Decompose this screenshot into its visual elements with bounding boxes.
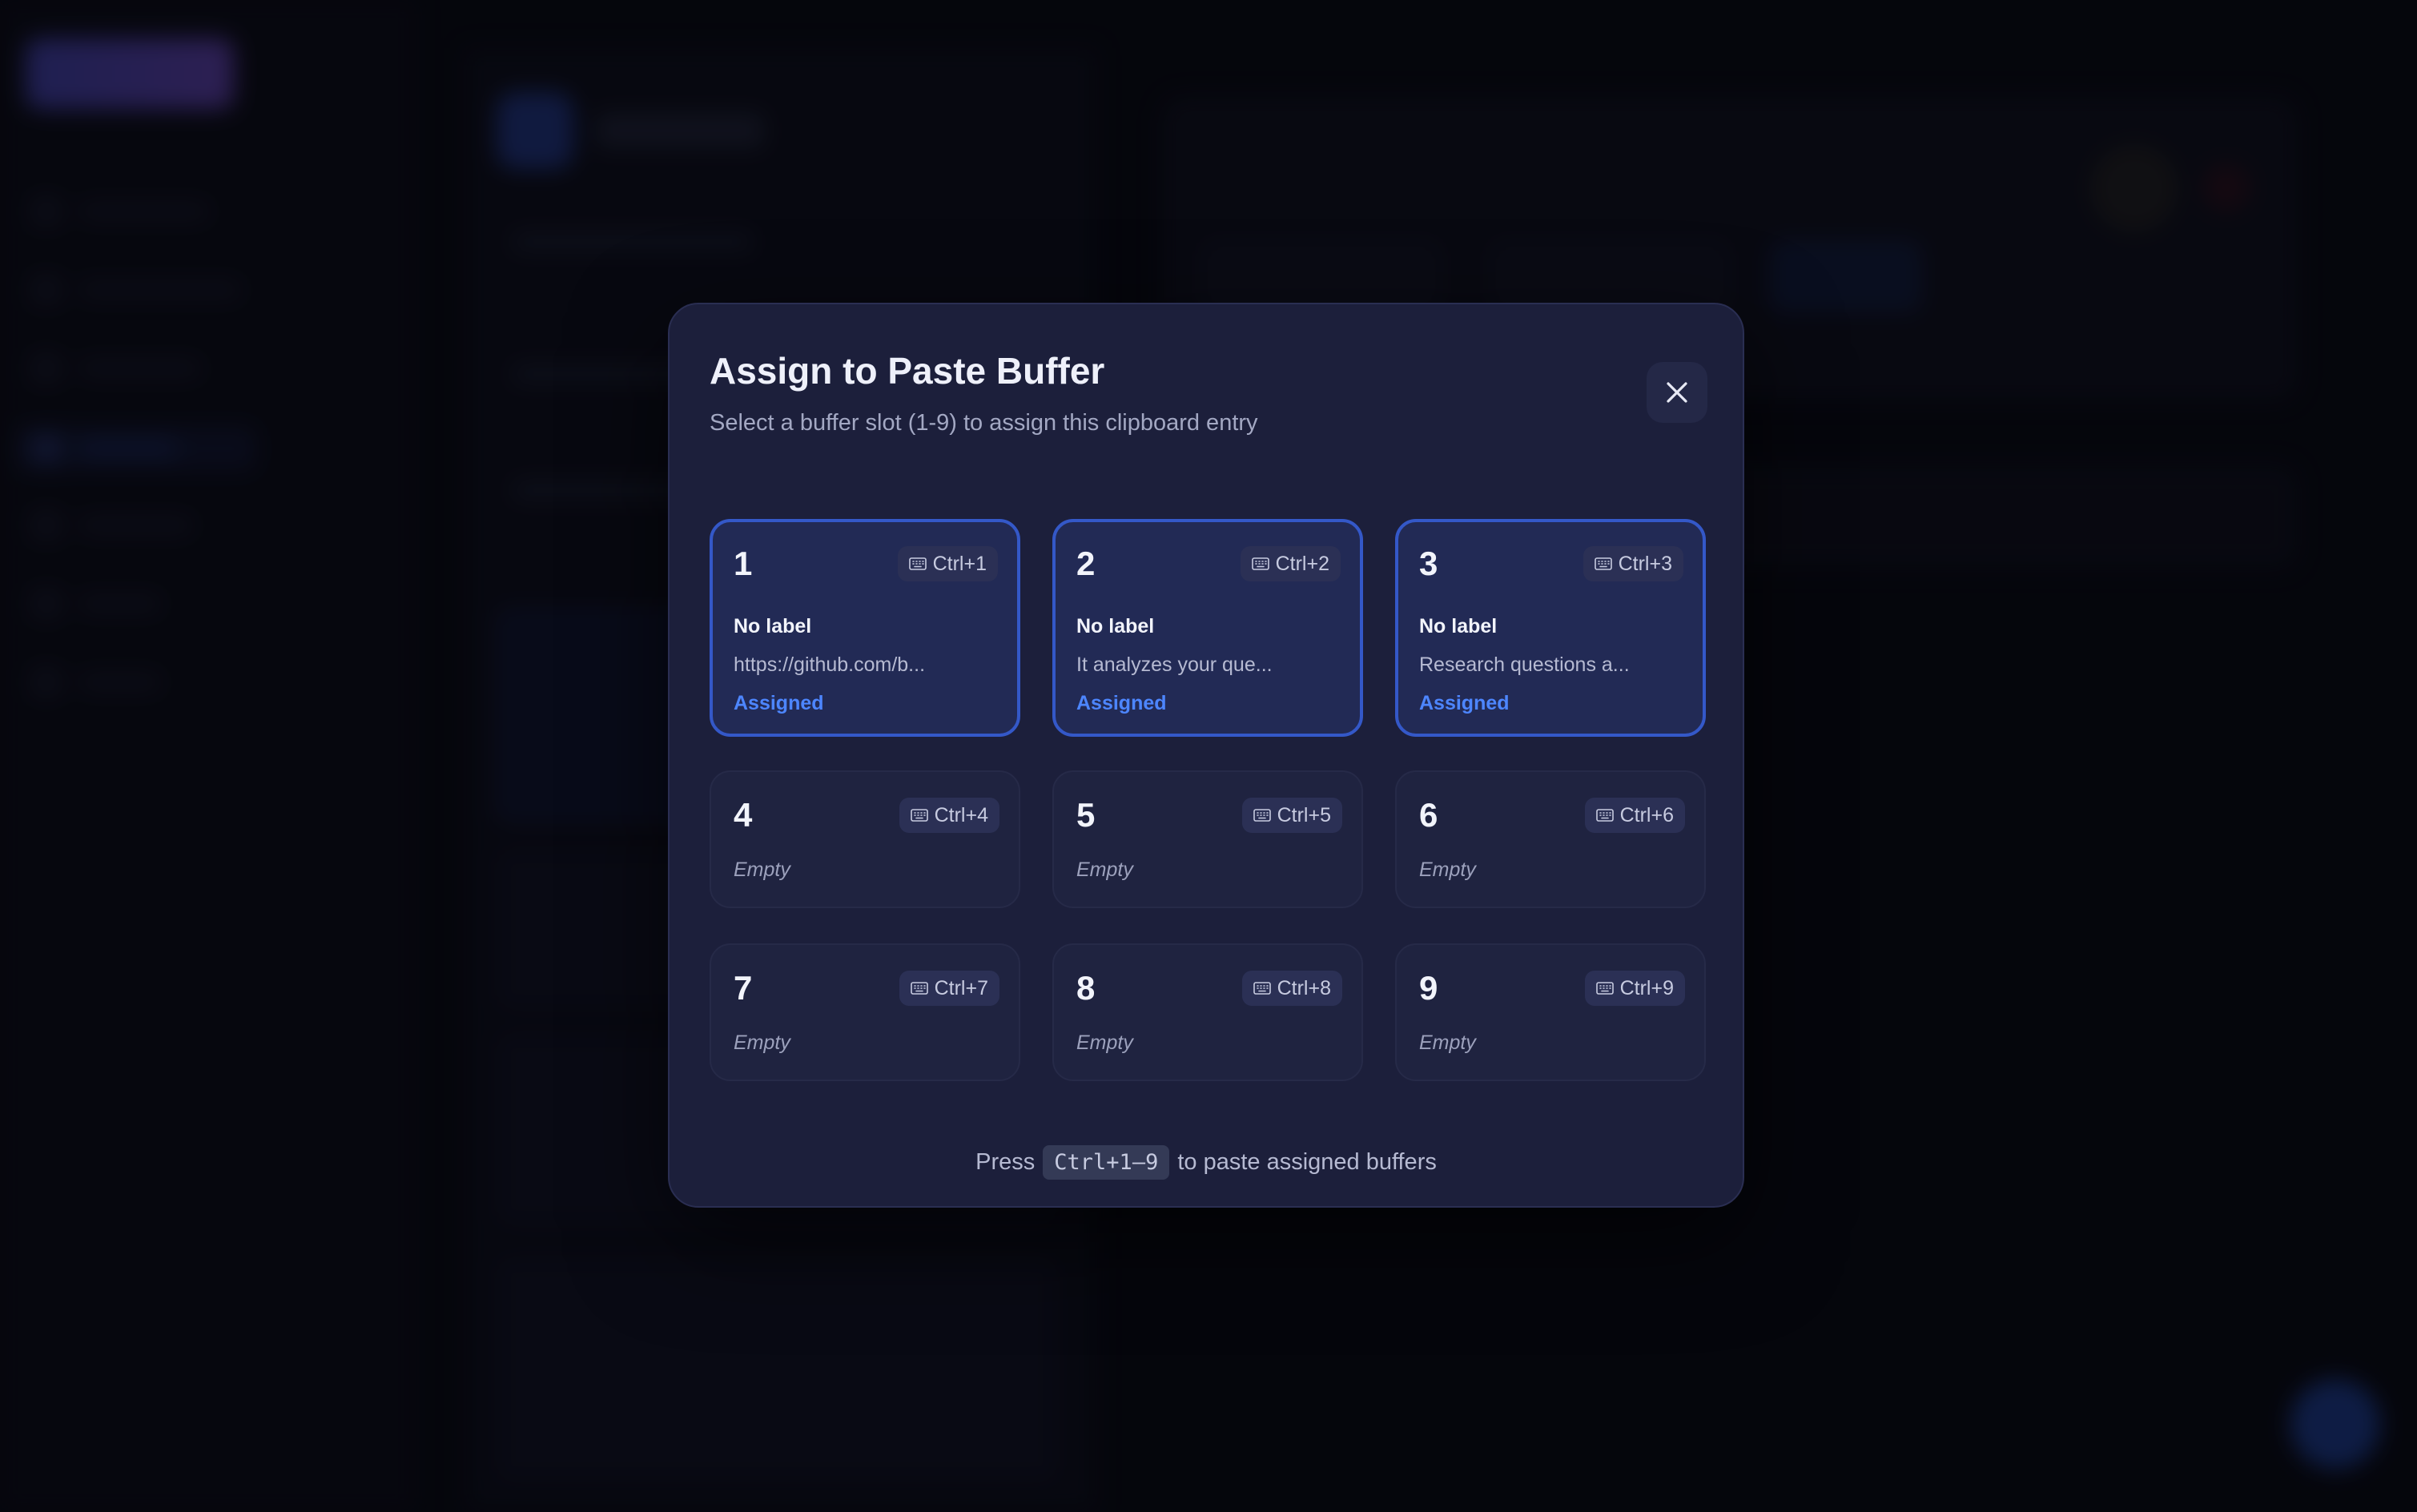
slot-number: 4: [734, 796, 753, 834]
slot-number: 2: [1076, 545, 1096, 582]
slot-empty-text: Empty: [734, 1031, 790, 1054]
shortcut-badge: Ctrl+5: [1241, 798, 1342, 833]
keyboard-icon: [1251, 557, 1269, 570]
shortcut-label: Ctrl+8: [1277, 976, 1331, 999]
shortcut-badge: Ctrl+6: [1584, 798, 1685, 833]
keyboard-icon: [1594, 557, 1612, 570]
shortcut-badge: Ctrl+4: [899, 798, 999, 833]
buffer-slot-6[interactable]: 6 Ctrl+6 Empty: [1395, 770, 1706, 908]
slot-empty-text: Empty: [1076, 859, 1133, 881]
keyboard-icon: [1595, 809, 1614, 822]
shortcut-label: Ctrl+7: [934, 976, 988, 999]
slot-empty-text: Empty: [734, 859, 790, 881]
footer-hint: Press Ctrl+1–9 to paste assigned buffers: [670, 1145, 1743, 1180]
keyboard-icon: [1595, 982, 1614, 995]
modal-subtitle: Select a buffer slot (1-9) to assign thi…: [710, 410, 1258, 436]
slot-empty-text: Empty: [1419, 1031, 1476, 1054]
slot-label: No label: [1076, 615, 1155, 637]
slot-number: 6: [1419, 796, 1438, 834]
buffer-slot-5[interactable]: 5 Ctrl+5 Empty: [1052, 770, 1363, 908]
slot-status: Assigned: [1419, 692, 1510, 714]
slot-number: 9: [1419, 969, 1438, 1007]
keyboard-icon: [910, 809, 928, 822]
slot-preview: It analyzes your que...: [1076, 653, 1273, 676]
footer-shortcut: Ctrl+1–9: [1043, 1145, 1170, 1180]
buffer-slot-1[interactable]: 1 Ctrl+1 No label https://github.com/b..…: [710, 519, 1020, 737]
shortcut-label: Ctrl+2: [1275, 552, 1329, 575]
shortcut-label: Ctrl+9: [1619, 976, 1674, 999]
slot-number: 1: [734, 545, 753, 582]
shortcut-label: Ctrl+4: [934, 803, 988, 826]
shortcut-label: Ctrl+6: [1619, 803, 1674, 826]
slot-preview: https://github.com/b...: [734, 653, 926, 676]
slot-label: No label: [1419, 615, 1498, 637]
slot-status: Assigned: [1076, 692, 1167, 714]
assign-buffer-modal: Assign to Paste Buffer Select a buffer s…: [668, 303, 1744, 1208]
buffer-slot-8[interactable]: 8 Ctrl+8 Empty: [1052, 943, 1363, 1081]
keyboard-icon: [1253, 809, 1271, 822]
buffer-slot-9[interactable]: 9 Ctrl+9 Empty: [1395, 943, 1706, 1081]
shortcut-badge: Ctrl+3: [1583, 546, 1683, 581]
shortcut-badge: Ctrl+9: [1584, 971, 1685, 1006]
buffer-slot-4[interactable]: 4 Ctrl+4 Empty: [710, 770, 1020, 908]
slot-number: 3: [1419, 545, 1438, 582]
close-icon: [1667, 382, 1687, 403]
slot-empty-text: Empty: [1419, 859, 1476, 881]
slot-number: 5: [1076, 796, 1096, 834]
close-button[interactable]: [1647, 362, 1707, 423]
shortcut-badge: Ctrl+1: [897, 546, 998, 581]
modal-title: Assign to Paste Buffer: [710, 350, 1105, 392]
footer-prefix: Press: [975, 1149, 1036, 1175]
buffer-slot-7[interactable]: 7 Ctrl+7 Empty: [710, 943, 1020, 1081]
buffer-slot-2[interactable]: 2 Ctrl+2 No label It analyzes your que..…: [1052, 519, 1363, 737]
slot-number: 8: [1076, 969, 1096, 1007]
buffer-slot-3[interactable]: 3 Ctrl+3 No label Research questions a..…: [1395, 519, 1706, 737]
shortcut-badge: Ctrl+8: [1241, 971, 1342, 1006]
shortcut-badge: Ctrl+2: [1240, 546, 1341, 581]
keyboard-icon: [910, 982, 928, 995]
slot-status: Assigned: [734, 692, 824, 714]
shortcut-label: Ctrl+3: [1618, 552, 1672, 575]
keyboard-icon: [1253, 982, 1271, 995]
slot-empty-text: Empty: [1076, 1031, 1133, 1054]
shortcut-badge: Ctrl+7: [899, 971, 999, 1006]
footer-suffix: to paste assigned buffers: [1177, 1149, 1437, 1175]
shortcut-label: Ctrl+5: [1277, 803, 1331, 826]
slot-number: 7: [734, 969, 753, 1007]
slot-preview: Research questions a...: [1419, 653, 1630, 676]
shortcut-label: Ctrl+1: [932, 552, 987, 575]
keyboard-icon: [908, 557, 927, 570]
slot-label: No label: [734, 615, 812, 637]
